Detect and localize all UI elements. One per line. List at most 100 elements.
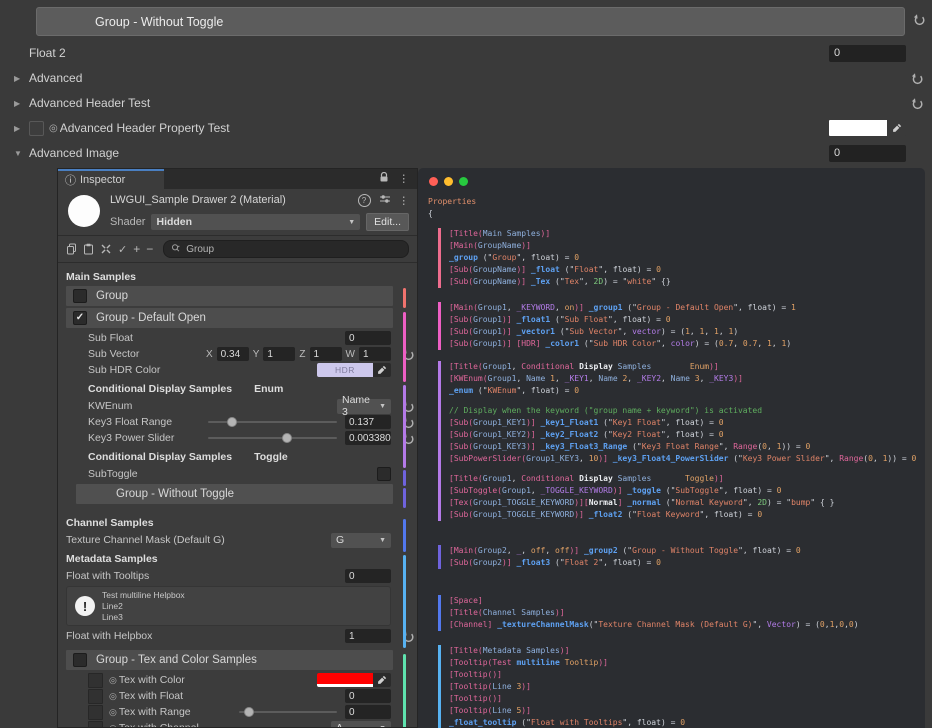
color-swatch[interactable] (317, 673, 391, 687)
code-line: // Display when the keyword ("group name… (449, 405, 919, 417)
value-field[interactable]: 0 (345, 331, 391, 345)
override-dot-icon: ◎ (109, 723, 117, 728)
property-row: ◎Tex with Float0 (58, 688, 417, 704)
property-row: Float with Helpbox1 (58, 628, 417, 644)
texture-slot[interactable] (88, 673, 103, 688)
dropdown[interactable]: Name 3▼ (337, 399, 391, 414)
shader-dropdown[interactable]: Hidden ▼ (151, 214, 360, 230)
foldout-right-icon[interactable]: ▶ (14, 124, 29, 133)
paste-icon[interactable] (83, 243, 94, 255)
slider-track[interactable] (208, 437, 337, 439)
foldout-down-icon[interactable]: ▼ (14, 149, 29, 158)
search-text: Group (186, 244, 214, 255)
slider-knob[interactable] (282, 433, 292, 443)
dropdown[interactable]: A▼ (331, 721, 391, 728)
collapse-all-icon[interactable] (100, 243, 112, 255)
axis-field[interactable]: 1 (263, 347, 295, 361)
axis-field[interactable]: 1 (359, 347, 391, 361)
search-input[interactable]: Group (163, 240, 409, 258)
help-icon[interactable]: ? (358, 194, 371, 207)
lock-icon[interactable] (379, 172, 389, 186)
kebab-menu-icon[interactable]: ⋮ (399, 173, 410, 185)
axis-field[interactable]: 0.34 (217, 347, 249, 361)
close-button[interactable] (429, 177, 438, 186)
code-line: _float_tooltip ("Float with Tooltips", f… (449, 717, 919, 728)
toggle-checkbox[interactable] (377, 467, 391, 481)
code-line: [SubPowerSlider(Group1_KEY3, 10)] _key3_… (449, 453, 919, 465)
value-field[interactable]: 0.003380 (345, 431, 391, 445)
property-label: Tex with Range (119, 706, 237, 718)
group-checkbox[interactable]: ✓ (73, 311, 87, 325)
code-line: [KWEnum(Group1, Name 1, _KEY1, Name 2, _… (449, 373, 919, 385)
kebab-menu-icon[interactable]: ⋮ (399, 195, 410, 207)
revert-icon (402, 432, 415, 445)
property-row: Sub VectorX0.34Y1Z1W1 (58, 346, 417, 362)
chevron-down-icon: ▼ (374, 403, 386, 410)
spacer (58, 644, 417, 648)
code-line: [Title(Group1, Conditional Display Sampl… (449, 361, 919, 373)
code-line: [Main(Group1, _KEYWORD, on)] _group1 ("G… (449, 302, 919, 314)
value-field[interactable]: 0 (829, 145, 906, 162)
revert-slot[interactable] (906, 72, 928, 85)
group-header[interactable]: Group - Tex and Color Samples (66, 650, 393, 670)
texture-slot[interactable] (88, 721, 103, 728)
texture-slot[interactable] (88, 689, 103, 704)
code-line (449, 465, 919, 473)
revert-icon[interactable] (402, 432, 415, 448)
group-checkbox[interactable] (73, 289, 87, 303)
dropdown[interactable]: G▼ (331, 533, 391, 548)
property-row: KWEnumName 3▼ (58, 398, 417, 414)
remove-icon[interactable]: − (146, 242, 153, 256)
slider-knob[interactable] (227, 417, 237, 427)
texture-slot[interactable] (88, 705, 103, 720)
property-row: SubToggle (58, 466, 417, 482)
group-header[interactable]: Group (66, 286, 393, 306)
checkmark-icon[interactable]: ✓ (118, 243, 127, 256)
property-row: ◎Tex with ChannelA▼ (58, 720, 417, 728)
slider-track[interactable] (239, 711, 337, 713)
value-field[interactable]: 1 (345, 629, 391, 643)
foldout-right-icon[interactable]: ▶ (14, 74, 29, 83)
property-label: Sub HDR Color (88, 364, 317, 376)
tab-inspector[interactable]: ⓘ Inspector (58, 169, 164, 189)
revert-icon (911, 72, 924, 85)
color-swatch[interactable] (829, 120, 906, 136)
group-header[interactable]: ✓Group - Default Open (66, 308, 393, 328)
property-label: Key3 Power Slider (88, 432, 206, 444)
property-label: Advanced Image (29, 146, 829, 160)
axis-field[interactable]: 1 (310, 347, 342, 361)
value-field[interactable]: 0 (829, 45, 906, 62)
group-without-toggle-header[interactable]: Group - Without Toggle (36, 7, 905, 36)
add-icon[interactable]: + (133, 242, 140, 256)
revert-icon[interactable] (913, 13, 926, 31)
property-row: ▼Advanced Image0 (0, 143, 932, 163)
section-header: Channel Samples (58, 515, 417, 530)
material-preview-sphere[interactable] (68, 195, 100, 227)
foldout-right-icon[interactable]: ▶ (14, 99, 29, 108)
minimize-button[interactable] (444, 177, 453, 186)
slider-knob[interactable] (244, 707, 254, 717)
value-field[interactable]: 0 (345, 705, 391, 719)
revert-icon[interactable] (402, 630, 415, 646)
hdr-color-swatch[interactable]: HDR (317, 363, 391, 377)
material-header: LWGUI_Sample Drawer 2 (Material) ? ⋮ Sha… (58, 189, 417, 236)
value-field[interactable]: 0.137 (345, 415, 391, 429)
eyedropper-icon[interactable] (373, 363, 391, 377)
group-header[interactable]: Group - Without Toggle (76, 484, 393, 504)
eyedropper-icon[interactable] (373, 673, 391, 687)
slider-track[interactable] (208, 421, 337, 423)
code-line: [Title(Group1, Conditional Display Sampl… (449, 473, 919, 485)
eyedropper-icon (377, 365, 387, 375)
copy-icon[interactable] (66, 243, 77, 255)
property-row: Sub Float0 (58, 330, 417, 346)
presets-icon[interactable] (379, 194, 391, 207)
value-field[interactable]: 0 (345, 689, 391, 703)
group-checkbox[interactable] (73, 653, 87, 667)
edit-button[interactable]: Edit... (366, 213, 409, 231)
value-field[interactable]: 0 (345, 569, 391, 583)
revert-slot[interactable] (906, 97, 928, 110)
code-line: [Main(Group2, _, off, off)] _group2 ("Gr… (449, 545, 919, 557)
property-checkbox[interactable] (29, 121, 44, 136)
eyedropper-icon[interactable] (887, 120, 906, 136)
zoom-button[interactable] (459, 177, 468, 186)
